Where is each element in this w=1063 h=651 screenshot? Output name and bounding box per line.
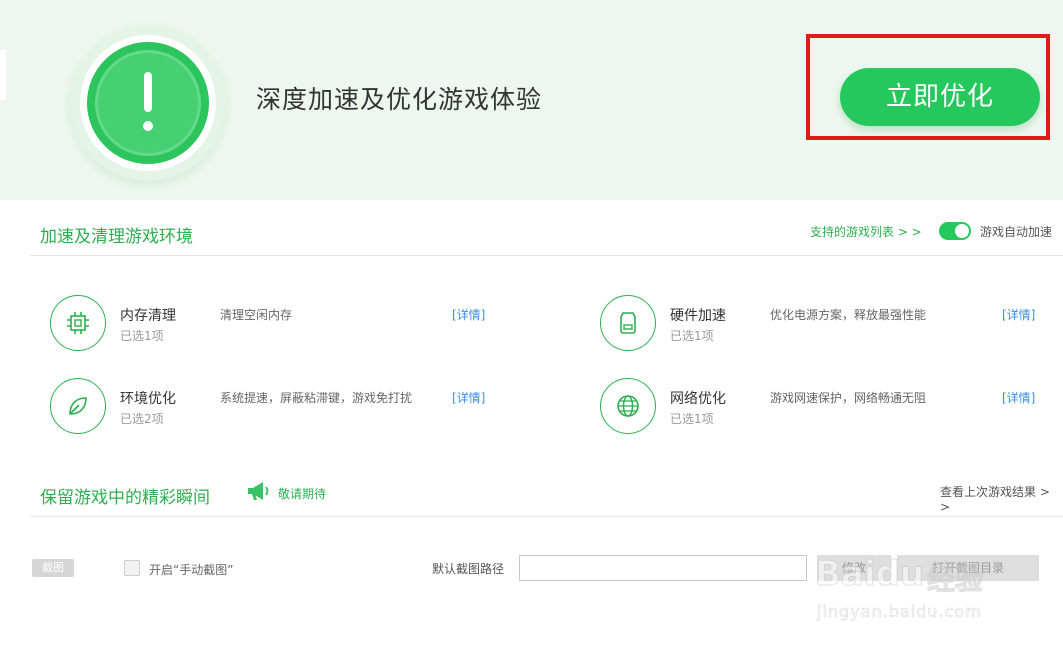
auto-accelerate-label: 游戏自动加速 xyxy=(980,225,1053,239)
hard-drive-icon xyxy=(620,312,636,334)
feature-selected-count: 已选2项 xyxy=(120,412,164,426)
feature-detail-link[interactable]: [详情] xyxy=(1002,389,1035,406)
section-divider xyxy=(30,255,1063,256)
feature-description: 优化电源方案，释放最强性能 xyxy=(770,308,927,322)
screenshot-path-label: 默认截图路径 xyxy=(432,562,505,576)
feature-name: 硬件加速 xyxy=(670,308,726,324)
feature-name: 环境优化 xyxy=(120,391,176,407)
accelerate-section-title: 加速及清理游戏环境 xyxy=(40,227,193,247)
exclamation-icon xyxy=(143,72,153,131)
megaphone-icon xyxy=(248,482,269,500)
watermark-jingyan: 经验 xyxy=(926,563,984,597)
feature-selected-count: 已选1项 xyxy=(120,329,164,343)
supported-games-link[interactable]: 支持的游戏列表 > > xyxy=(810,223,922,240)
status-indicator xyxy=(70,25,226,181)
feature-description: 清理空闲内存 xyxy=(220,308,293,322)
feature-selected-count: 已选1项 xyxy=(670,412,714,426)
feature-detail-link[interactable]: [详情] xyxy=(452,389,485,406)
feature-description: 系统提速，屏蔽粘滞键，游戏免打扰 xyxy=(220,391,413,405)
watermark-url: jingyan.baidu.com xyxy=(817,602,982,622)
feature-environment-opt: 环境优化 已选2项 系统提速，屏蔽粘滞键，游戏免打扰 [详情] xyxy=(50,378,550,438)
coming-soon-link[interactable]: 敬请期待 xyxy=(278,485,326,502)
feature-detail-link[interactable]: [详情] xyxy=(452,306,485,323)
manual-screenshot-checkbox[interactable] xyxy=(124,560,140,576)
screenshot-path-input[interactable] xyxy=(519,555,807,581)
last-result-link[interactable]: 查看上次游戏结果 > > xyxy=(940,483,1063,514)
feature-description: 游戏网速保护，网络畅通无阻 xyxy=(770,391,927,405)
watermark-logo: Baidu xyxy=(814,554,925,595)
feature-selected-count: 已选1项 xyxy=(670,329,714,343)
screenshot-tag: 截图 xyxy=(32,559,74,577)
manual-screenshot-label: 开启“手动截图” xyxy=(149,563,234,577)
optimize-now-button[interactable]: 立即优化 xyxy=(840,68,1040,126)
leaf-icon xyxy=(69,397,87,415)
game-booster-page: 深度加速及优化游戏体验 立即优化 加速及清理游戏环境 支持的游戏列表 > > 游… xyxy=(0,0,1063,651)
feature-name: 网络优化 xyxy=(670,391,726,407)
baidu-jingyan-watermark: Baidu 经验 jingyan.baidu.com xyxy=(814,540,1015,630)
window-edge xyxy=(0,50,6,100)
feature-memory-clean: 内存清理 已选1项 清理空闲内存 [详情] xyxy=(50,295,550,355)
globe-icon xyxy=(617,395,639,417)
feature-network-opt: 网络优化 已选1项 游戏网速保护，网络畅通无阻 [详情] xyxy=(600,378,1063,438)
hero-banner: 深度加速及优化游戏体验 立即优化 xyxy=(0,0,1063,200)
feature-detail-link[interactable]: [详情] xyxy=(1002,306,1035,323)
moments-section-title: 保留游戏中的精彩瞬间 xyxy=(40,488,210,508)
section-divider xyxy=(30,516,1063,517)
feature-name: 内存清理 xyxy=(120,308,176,324)
chip-icon xyxy=(67,312,89,334)
auto-accelerate-toggle[interactable] xyxy=(939,222,971,240)
hero-title: 深度加速及优化游戏体验 xyxy=(256,85,543,114)
feature-hardware-accel: 硬件加速 已选1项 优化电源方案，释放最强性能 [详情] xyxy=(600,295,1063,355)
